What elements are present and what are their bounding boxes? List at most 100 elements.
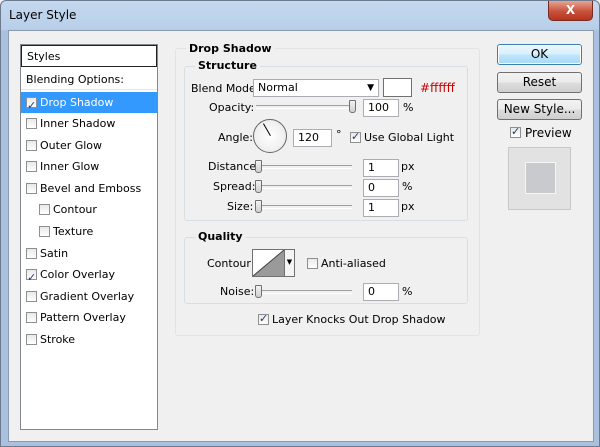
distance-unit: px xyxy=(401,160,415,173)
distance-slider-track[interactable] xyxy=(256,165,352,169)
styles-header[interactable]: Styles xyxy=(21,45,157,67)
contour-curve-icon xyxy=(253,250,284,276)
style-item-inner-shadow[interactable]: Inner Shadow xyxy=(21,113,157,134)
preview-label: Preview xyxy=(525,126,572,140)
layer-knocks-out-label: Layer Knocks Out Drop Shadow xyxy=(272,313,446,326)
style-item-inner-glow[interactable]: Inner Glow xyxy=(21,156,157,177)
preview-swatch xyxy=(525,162,556,194)
style-item-texture[interactable]: Texture xyxy=(21,221,157,242)
noise-slider-thumb[interactable] xyxy=(255,285,262,298)
style-item-satin[interactable]: Satin xyxy=(21,243,157,264)
preview-checkbox[interactable] xyxy=(510,125,521,138)
style-item-label: Outer Glow xyxy=(40,139,103,152)
noise-label: Noise: xyxy=(220,285,255,298)
distance-label: Distance: xyxy=(208,160,260,173)
anti-aliased-checkbox[interactable] xyxy=(307,258,318,269)
shadow-color-swatch[interactable] xyxy=(383,78,412,97)
styles-list: Styles Blending Options: Default Drop Sh… xyxy=(20,44,158,430)
blending-options-item[interactable]: Blending Options: Default xyxy=(21,69,157,107)
contour-picker[interactable] xyxy=(252,249,285,277)
style-item-label: Contour xyxy=(53,203,97,216)
window-title: Layer Style xyxy=(9,8,77,22)
opacity-slider-track[interactable] xyxy=(256,105,356,109)
shadow-color-hex: #ffffff xyxy=(420,81,455,95)
style-item-gradient-overlay[interactable]: Gradient Overlay xyxy=(21,286,157,307)
color-overlay-checkbox[interactable] xyxy=(26,267,37,288)
style-item-label: Satin xyxy=(40,247,69,260)
dialog-body: Styles Blending Options: Default Drop Sh… xyxy=(8,30,594,442)
outer-glow-checkbox[interactable] xyxy=(26,140,37,151)
noise-input[interactable]: 0 xyxy=(363,283,399,301)
spread-slider-track[interactable] xyxy=(256,185,352,189)
preview-thumbnail xyxy=(508,147,571,210)
inner-shadow-checkbox[interactable] xyxy=(26,118,37,129)
chevron-down-icon: ▼ xyxy=(367,83,374,93)
noise-slider-track[interactable] xyxy=(256,290,352,294)
angle-input[interactable]: 120 xyxy=(293,129,332,147)
style-item-label: Drop Shadow xyxy=(40,96,114,109)
texture-checkbox[interactable] xyxy=(39,226,50,237)
pattern-overlay-checkbox[interactable] xyxy=(26,312,37,323)
size-slider-thumb[interactable] xyxy=(255,200,262,213)
angle-unit: ° xyxy=(336,128,342,141)
angle-dial[interactable] xyxy=(253,119,287,153)
style-item-outer-glow[interactable]: Outer Glow xyxy=(21,135,157,156)
drop-shadow-checkbox[interactable] xyxy=(26,95,37,116)
opacity-label: Opacity: xyxy=(209,101,255,114)
spread-input[interactable]: 0 xyxy=(363,179,399,197)
inner-glow-checkbox[interactable] xyxy=(26,161,37,172)
distance-slider-thumb[interactable] xyxy=(255,160,262,173)
new-style-button[interactable]: New Style... xyxy=(497,99,582,120)
bevel-emboss-checkbox[interactable] xyxy=(26,183,37,194)
contour-checkbox[interactable] xyxy=(39,204,50,215)
style-item-pattern-overlay[interactable]: Pattern Overlay xyxy=(21,307,157,328)
style-item-label: Inner Glow xyxy=(40,160,100,173)
angle-dial-needle xyxy=(263,123,271,136)
distance-input[interactable]: 1 xyxy=(363,159,399,177)
layer-knocks-out-checkbox[interactable] xyxy=(258,312,269,325)
satin-checkbox[interactable] xyxy=(26,248,37,259)
noise-unit: % xyxy=(402,285,413,298)
contour-label: Contour: xyxy=(207,257,255,270)
spread-unit: % xyxy=(402,180,413,193)
style-item-contour[interactable]: Contour xyxy=(21,199,157,220)
style-item-label: Pattern Overlay xyxy=(40,311,126,324)
style-item-label: Texture xyxy=(53,225,94,238)
anti-aliased-label: Anti-aliased xyxy=(321,257,386,270)
spread-slider-thumb[interactable] xyxy=(255,180,262,193)
quality-title: Quality xyxy=(195,230,246,243)
title-bar[interactable]: Layer Style X xyxy=(1,1,599,28)
style-item-label: Stroke xyxy=(40,333,76,346)
style-item-label: Color Overlay xyxy=(40,268,115,281)
reset-button[interactable]: Reset xyxy=(497,72,582,93)
style-item-bevel-emboss[interactable]: Bevel and Emboss xyxy=(21,178,157,199)
style-item-drop-shadow[interactable]: Drop Shadow xyxy=(21,92,157,116)
close-button[interactable]: X xyxy=(548,1,593,21)
layer-style-window: Layer Style X Styles Blending Options: D… xyxy=(0,0,600,447)
drop-shadow-title: Drop Shadow xyxy=(186,42,275,55)
use-global-light-label: Use Global Light xyxy=(364,131,455,144)
blend-mode-select[interactable]: Normal ▼ xyxy=(253,79,379,97)
style-item-label: Inner Shadow xyxy=(40,117,116,130)
gradient-overlay-checkbox[interactable] xyxy=(26,291,37,302)
style-item-label: Bevel and Emboss xyxy=(40,182,142,195)
size-input[interactable]: 1 xyxy=(363,199,399,217)
chevron-down-icon[interactable]: ▼ xyxy=(285,249,295,277)
size-slider-track[interactable] xyxy=(256,205,352,209)
style-item-color-overlay[interactable]: Color Overlay xyxy=(21,264,157,288)
size-label: Size: xyxy=(227,200,254,213)
blend-mode-value: Normal xyxy=(258,81,298,94)
angle-label: Angle: xyxy=(218,131,254,144)
opacity-slider-thumb[interactable] xyxy=(349,100,356,113)
opacity-unit: % xyxy=(403,101,414,114)
use-global-light-checkbox[interactable] xyxy=(350,130,361,143)
opacity-input[interactable]: 100 xyxy=(363,99,399,117)
structure-title: Structure xyxy=(195,59,260,72)
style-item-stroke[interactable]: Stroke xyxy=(21,329,157,350)
blend-mode-label: Blend Mode: xyxy=(191,82,260,95)
size-unit: px xyxy=(401,200,415,213)
stroke-checkbox[interactable] xyxy=(26,334,37,345)
spread-label: Spread: xyxy=(213,180,256,193)
ok-button[interactable]: OK xyxy=(497,44,582,65)
style-item-label: Gradient Overlay xyxy=(40,290,135,303)
